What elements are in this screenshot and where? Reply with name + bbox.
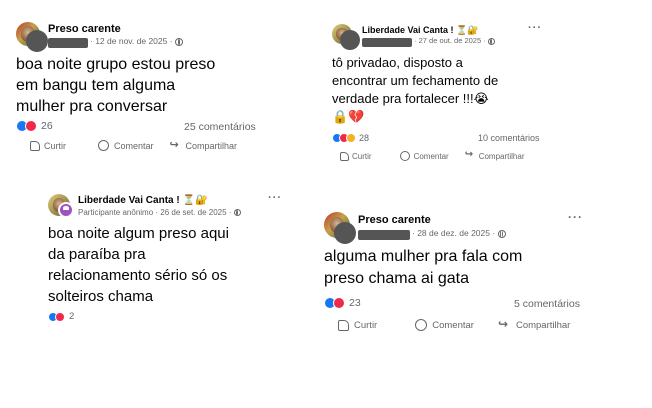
comment-button[interactable]: Comentar xyxy=(98,140,154,151)
thumbs-up-icon xyxy=(338,319,349,331)
comment-bubble-icon xyxy=(415,319,428,331)
action-bar: Curtir Comentar Compartilhar xyxy=(340,149,525,161)
group-name[interactable]: Liberdade Vai Canta ! ⏳🔐 xyxy=(78,195,207,206)
lock-emoji-icon: 🔐 xyxy=(467,25,479,35)
post-card: Liberdade Vai Canta ! ⏳🔐 Participante an… xyxy=(44,190,284,330)
globe-icon xyxy=(174,37,183,46)
comment-count[interactable]: 25 comentários xyxy=(184,121,256,133)
post-text: tô privadao, disposto a encontrar um fec… xyxy=(332,55,499,124)
comment-bubble-icon xyxy=(399,151,410,161)
globe-icon xyxy=(487,37,495,45)
anonymous-participant-icon xyxy=(58,202,74,218)
author-avatar-redacted xyxy=(26,30,48,52)
love-reaction-icon xyxy=(333,297,345,309)
share-arrow-icon xyxy=(170,138,182,151)
action-bar: Curtir Comentar Compartilhar xyxy=(30,138,238,151)
care-reaction-icon xyxy=(346,133,356,143)
reaction-summary[interactable]: 23 xyxy=(324,297,361,309)
author-avatar-redacted xyxy=(334,222,356,244)
more-options-button[interactable]: ··· xyxy=(528,22,542,34)
post-timestamp[interactable]: · 12 de nov. de 2025 · xyxy=(90,36,183,46)
love-reaction-icon xyxy=(55,311,65,322)
share-button[interactable]: Compartilhar xyxy=(465,149,525,161)
author-avatar-redacted xyxy=(340,30,360,50)
group-name[interactable]: Preso carente xyxy=(48,23,121,35)
reaction-summary[interactable]: 28 xyxy=(332,133,369,143)
comment-button[interactable]: Comentar xyxy=(399,151,449,161)
comment-count[interactable]: 5 comentários xyxy=(514,298,580,310)
post-card: Preso carente · 12 de nov. de 2025 · boa… xyxy=(12,18,262,168)
post-card: Liberdade Vai Canta ! ⏳🔐 · 27 de out. de… xyxy=(328,20,548,170)
group-name[interactable]: Liberdade Vai Canta ! ⏳🔐 xyxy=(362,25,478,36)
share-button[interactable]: Compartilhar xyxy=(170,138,238,151)
post-author-and-timestamp[interactable]: Participante anônimo · 26 de set. de 202… xyxy=(78,208,241,217)
reaction-summary[interactable]: 26 xyxy=(16,120,53,132)
more-options-button[interactable]: ··· xyxy=(268,192,282,204)
hourglass-emoji-icon: ⏳ xyxy=(456,25,468,35)
globe-icon xyxy=(497,229,506,238)
like-button[interactable]: Curtir xyxy=(340,151,372,161)
author-name-redacted xyxy=(358,230,410,240)
post-text: alguma mulher pra fala com preso chama a… xyxy=(324,248,523,287)
hourglass-emoji-icon: ⏳ xyxy=(182,195,195,206)
post-text: boa noite algum preso aqui da paraíba pr… xyxy=(48,225,229,305)
post-timestamp[interactable]: · 27 de out. de 2025 · xyxy=(414,36,495,45)
lock-emoji-icon: 🔐 xyxy=(194,195,208,206)
comment-button[interactable]: Comentar xyxy=(415,319,474,331)
comment-count[interactable]: 10 comentários xyxy=(478,133,540,143)
share-arrow-icon xyxy=(465,149,476,161)
post-timestamp[interactable]: · 28 de dez. de 2025 · xyxy=(412,228,506,238)
share-button[interactable]: Compartilhar xyxy=(498,317,570,331)
more-options-button[interactable]: ··· xyxy=(568,210,583,224)
author-name-redacted xyxy=(362,38,412,47)
comment-bubble-icon xyxy=(98,140,109,151)
post-card: Preso carente · 28 de dez. de 2025 · ···… xyxy=(320,208,590,338)
love-reaction-icon xyxy=(25,120,37,132)
group-name[interactable]: Preso carente xyxy=(358,214,431,226)
globe-icon xyxy=(233,209,241,217)
post-text: boa noite grupo estou preso em bangu tem… xyxy=(16,56,216,115)
author-name[interactable]: Participante anônimo xyxy=(78,208,153,217)
thumbs-up-icon xyxy=(30,140,40,151)
like-button[interactable]: Curtir xyxy=(338,319,377,331)
share-arrow-icon xyxy=(498,317,511,331)
reaction-summary[interactable]: 2 xyxy=(48,311,74,322)
action-bar: Curtir Comentar Compartilhar xyxy=(338,317,570,331)
author-name-redacted xyxy=(48,38,88,48)
thumbs-up-icon xyxy=(340,151,349,161)
like-button[interactable]: Curtir xyxy=(30,140,66,151)
